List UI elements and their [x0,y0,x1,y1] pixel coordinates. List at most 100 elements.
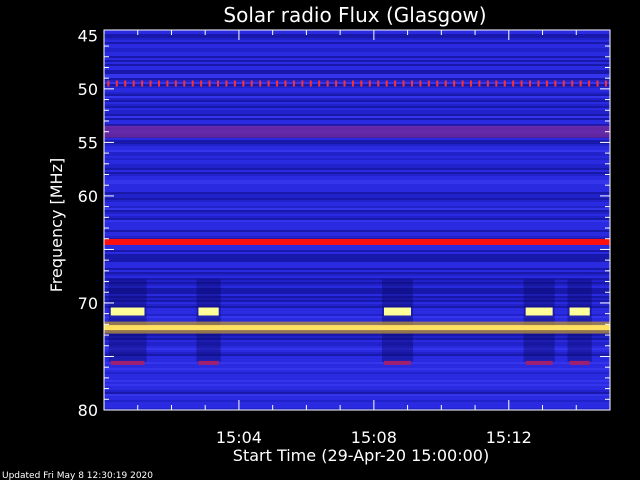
noise-row [104,194,610,196]
interference-spike [385,80,388,87]
noise-row [104,254,610,256]
noise-row [104,274,610,276]
noise-row [104,380,610,382]
interference-spike [132,80,135,87]
noise-row [104,144,610,146]
interference-spike [402,80,405,87]
interference-spike [394,80,397,87]
noise-row [104,70,610,72]
radio-burst [383,307,411,316]
interference-spike [191,80,194,87]
radio-burst [198,307,219,316]
noise-row [104,392,610,394]
interference-spike [427,80,430,87]
noise-row [104,164,610,166]
interference-spike [267,80,270,87]
interference-spike [335,80,338,87]
interference-spike [149,80,152,87]
noise-row [104,236,610,238]
interference-spike [571,80,574,87]
y-axis-label: Frequency [MHz] [47,158,66,292]
noise-row [104,216,610,218]
noise-row [104,38,610,40]
interference-spike [562,80,565,87]
interference-spike [596,80,599,87]
interference-spike [604,80,607,87]
x-tick-label: 15:08 [351,428,397,447]
noise-row [104,372,610,374]
interference-spike [461,80,464,87]
interference-spike [200,80,203,87]
noise-row [104,80,610,82]
interference-spike [419,80,422,87]
burst-column [523,279,555,362]
interference-spike [444,80,447,87]
x-axis-label: Start Time (29-Apr-20 15:00:00) [233,446,489,465]
noise-row [104,390,610,392]
x-tick-label: 15:12 [486,428,532,447]
interference-spike [284,80,287,87]
interference-spike [124,80,127,87]
noise-row [104,168,610,170]
interference-spike [453,80,456,87]
interference-spike [166,80,169,87]
noise-row [104,142,610,144]
radio-burst [525,307,553,316]
noise-row [104,172,610,174]
noise-row [104,82,610,84]
interference-spike [368,80,371,87]
interference-spike [217,80,220,87]
interference-spike [301,80,304,87]
noise-row [104,150,610,152]
chart-title: Solar radio Flux (Glasgow) [223,3,486,27]
noise-row [104,64,610,66]
interference-spike [141,80,144,87]
interference-spike [360,80,363,87]
emission-band [104,125,610,138]
noise-row [104,166,610,168]
interference-spike [495,80,498,87]
noise-row [104,180,610,182]
noise-row [104,268,610,270]
interference-spike [107,80,110,87]
noise-row [104,258,610,260]
emission-band [104,238,610,245]
burst-echo [569,360,590,365]
noise-row [104,212,610,214]
noise-row [104,230,610,232]
noise-row [104,260,610,262]
spectrogram-figure: 15:04 15:08 15:12 45 50 55 60 70 80 Solar radio … [0,0,640,480]
interference-spike [318,80,321,87]
noise-row [104,158,610,160]
burst-echo [110,360,145,365]
noise-row [104,36,610,38]
noise-row [104,86,610,88]
noise-row [104,208,610,210]
interference-spike [537,80,540,87]
spectrogram-chart: 15:04 15:08 15:12 45 50 55 60 70 80 Solar radio … [2,3,611,480]
noise-row [104,394,610,396]
burst-echo [525,360,553,365]
noise-row [104,154,610,156]
noise-row [104,110,610,112]
noise-row [104,116,610,118]
interference-spike [115,80,118,87]
interference-spike [410,80,413,87]
interference-spike [233,80,236,87]
noise-row [104,94,610,96]
noise-row [104,50,610,52]
noise-row [104,200,610,202]
noise-row [104,384,610,386]
interference-spike [183,80,186,87]
interference-spike [529,80,532,87]
noise-row [104,98,610,100]
noise-row [104,74,610,76]
noise-row [104,104,610,106]
noise-row [104,72,610,74]
interference-spike [343,80,346,87]
noise-row [104,114,610,116]
y-tick-label: 70 [78,294,98,313]
updated-timestamp: Updated Fri May 8 12:30:19 2020 [2,471,153,480]
noise-row [104,96,610,98]
interference-spike [225,80,228,87]
